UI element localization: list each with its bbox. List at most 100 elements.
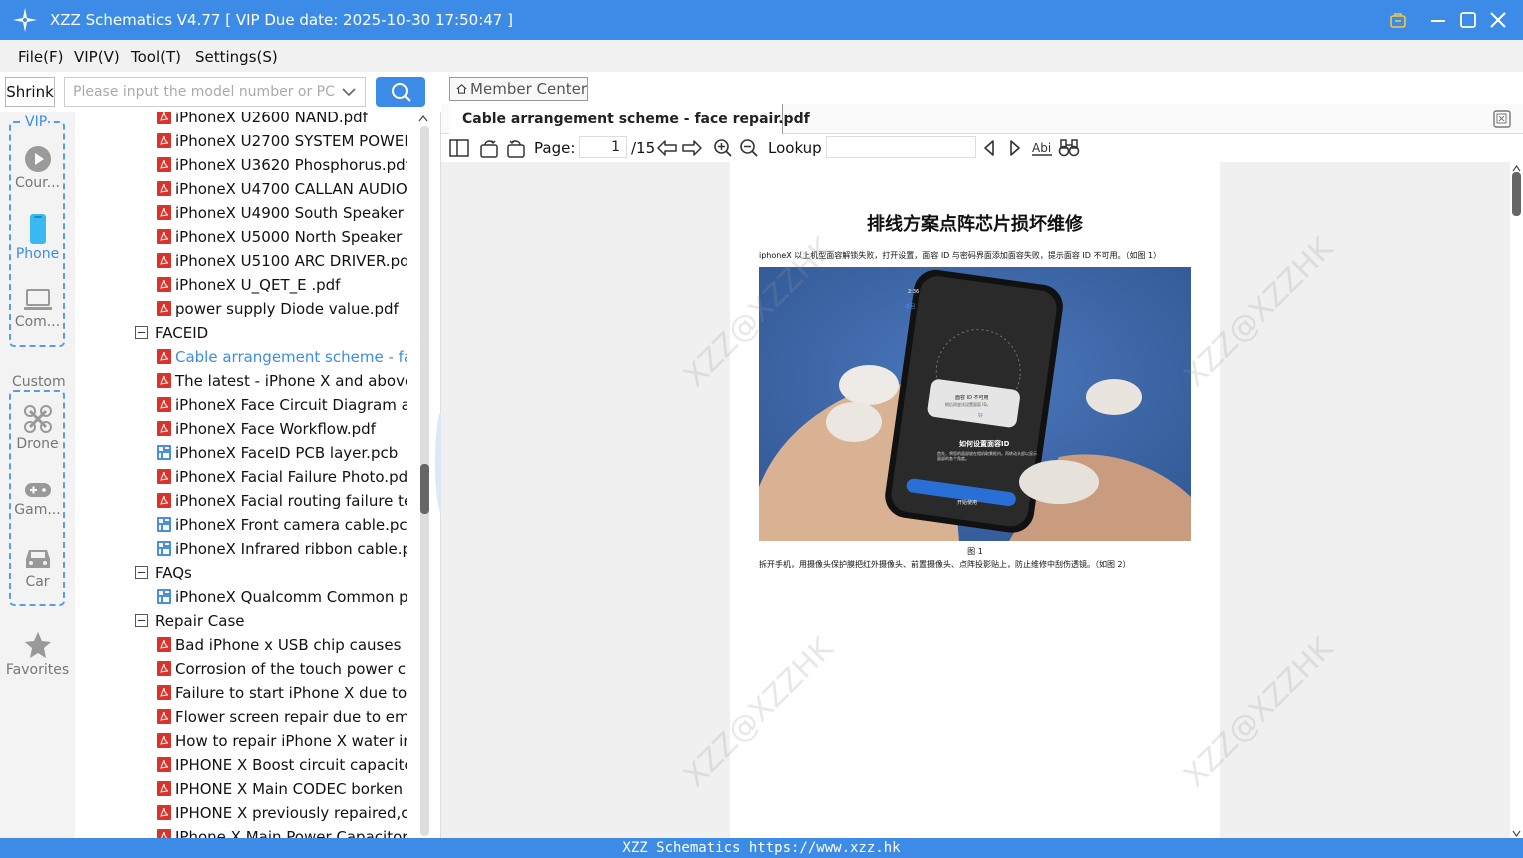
tree-file-item[interactable]: iPhoneX Facial routing failure test [75,489,407,513]
tree-file-item[interactable]: iPhoneX Qualcomm Common prol [75,585,407,609]
menu-tool[interactable]: Tool(T) [131,48,181,66]
next-page-icon[interactable] [681,138,703,158]
tree-file-item[interactable]: iPhoneX Front camera cable.pcb [75,513,407,537]
bag-icon[interactable] [1387,8,1409,32]
tab-document-label: Cable arrangement scheme - face repair.p… [462,111,810,127]
shrink-button[interactable]: Shrink [5,77,55,107]
tree-file-item[interactable]: How to repair iPhone X water inlet [75,729,407,753]
photo-alert-sub: 稍后再尝试设置面容 ID。 [945,402,991,407]
model-search-input[interactable] [65,78,335,106]
member-center-button[interactable]: Member Center [449,77,588,101]
find-next-icon[interactable] [1007,138,1023,158]
pdf-toolbar: Page: 1 /15 Lookup Abi [441,134,1523,162]
tree-item-label: iPhoneX Infrared ribbon cable.pcb [175,540,407,558]
tree-folder[interactable]: Repair Case [75,609,407,633]
nav-car-label: Car [25,574,50,590]
nav-game-label: Gam... [14,502,61,518]
tree-file-item[interactable]: Corrosion of the touch power chip [75,657,407,681]
page-number-input[interactable]: 1 [579,136,627,158]
nav-drone[interactable]: Drone [0,404,75,452]
close-button[interactable] [1487,8,1509,32]
tree-file-item[interactable]: iPhoneX U4700 CALLAN AUDIO CC [75,177,407,201]
rotate-left-icon[interactable] [479,138,499,158]
nav-courses[interactable]: Cour... [0,145,75,191]
collapse-toggle-icon[interactable] [135,566,148,579]
window-title: XZZ Schematics V4.77 [ VIP Due date: 202… [50,11,513,29]
pdf-file-icon [157,253,171,268]
play-icon [24,146,51,172]
tree-file-item[interactable]: The latest - iPhone X and above m [75,369,407,393]
minimize-button[interactable] [1427,8,1449,32]
nav-game[interactable]: Gam... [0,480,75,518]
tree-item-label: Cable arrangement scheme - face [175,348,407,366]
nav-favorites[interactable]: Favorites [0,630,75,678]
tab-document[interactable]: Cable arrangement scheme - face repair.p… [449,104,810,134]
tree-item-label: IPHONE X Main CODEC borken cu [175,780,407,798]
pdf-viewer[interactable]: 排线方案点阵芯片损坏维修 iphoneX 以上机型面容解锁失败，打开设置，面容 … [441,162,1510,838]
menu-settings[interactable]: Settings(S) [195,48,278,66]
pdf-file-icon [157,205,171,220]
nav-phone[interactable]: Phone [0,214,75,262]
tree-file-item[interactable]: IPHONE X previously repaired,char [75,801,407,825]
tree-file-item[interactable]: Flower screen repair due to empty [75,705,407,729]
tree-file-item[interactable]: iPhoneX U5100 ARC DRIVER.pdf [75,249,407,273]
tree-item-label: iPhoneX U4900 South Speaker Am [175,204,407,222]
tree-file-item[interactable]: Failure to start iPhone X due to wa [75,681,407,705]
find-previous-icon[interactable] [981,138,997,158]
tree-file-item[interactable]: iPhoneX U2600 NAND.pdf [75,112,407,129]
tree-file-item[interactable]: Cable arrangement scheme - face [75,345,407,369]
drone-icon [23,405,52,433]
tree-file-item[interactable]: iPhoneX U_QET_E .pdf [75,273,407,297]
maximize-button[interactable] [1457,8,1479,32]
tree-file-item[interactable]: iPhoneX Infrared ribbon cable.pcb [75,537,407,561]
viewer-scrollbar[interactable] [1510,162,1523,838]
tree-file-item[interactable]: power supply Diode value.pdf [75,297,407,321]
toggle-sidebar-icon[interactable] [449,138,469,158]
tree-file-item[interactable]: iPhoneX U5000 North Speaker Am [75,225,407,249]
tree-file-item[interactable]: iPhoneX Facial Failure Photo.pdf [75,465,407,489]
menu-file[interactable]: File(F) [18,48,63,66]
binoculars-icon[interactable] [1058,138,1080,158]
lookup-input[interactable] [826,136,976,158]
tree-file-item[interactable]: iPhoneX FaceID PCB layer.pcb [75,441,407,465]
tree-item-label: IPHONE X Boost circuit capacitor b [175,756,407,774]
model-search-combobox[interactable] [64,77,366,107]
rotate-right-icon[interactable] [506,138,526,158]
tree-file-item[interactable]: IPHONE X Boost circuit capacitor b [75,753,407,777]
collapse-toggle-icon[interactable] [135,614,148,627]
tree-item-label: The latest - iPhone X and above m [175,372,407,390]
photo-alert-title: 面容 ID 不可用 [955,395,989,401]
pdf-file-icon [157,661,171,676]
tree-file-item[interactable]: IPhone X Main Power Capacitor Sh [75,825,407,838]
match-case-icon[interactable]: Abi [1031,138,1053,158]
zoom-in-icon[interactable] [713,138,733,158]
tree-file-item[interactable]: iPhoneX Face Circuit Diagram and [75,393,407,417]
pdf-file-icon [157,112,171,124]
tree-file-item[interactable]: iPhoneX U2700 SYSTEM POWER PI [75,129,407,153]
tree-folder[interactable]: FACEID [75,321,407,345]
app-logo-icon [13,8,37,32]
tree-item-label: power supply Diode value.pdf [175,300,399,318]
chevron-down-icon[interactable] [341,84,357,100]
zoom-out-icon[interactable] [739,138,759,158]
tree-file-item[interactable]: iPhoneX U4900 South Speaker Am [75,201,407,225]
nav-computer[interactable]: Com... [0,288,75,330]
photo-setup-desc: 首先，将您的面部放在相机取景框内。再转动头部以显示面部的各个角度。 [937,451,1037,462]
tree-folder[interactable]: FAQs [75,561,407,585]
tree-file-item[interactable]: iPhoneX Face Workflow.pdf [75,417,407,441]
tree-scrollbar[interactable] [407,112,433,838]
tree-item-label: Failure to start iPhone X due to wa [175,684,407,702]
tree-file-item[interactable]: iPhoneX U3620 Phosphorus.pdf [75,153,407,177]
nav-car[interactable]: Car [0,546,75,590]
tree-file-item[interactable]: IPHONE X Main CODEC borken cu [75,777,407,801]
menu-vip[interactable]: VIP(V) [74,48,120,66]
category-sidebar: VIP Custom Cour... Phone Com... Drone Ga… [0,112,75,838]
panel-splitter[interactable] [433,112,441,838]
collapse-toggle-icon[interactable] [135,326,148,339]
pdf-file-icon [157,277,171,292]
member-center-label: Member Center [470,80,587,98]
tree-file-item[interactable]: Bad iPhone x USB chip causes no c [75,633,407,657]
search-button[interactable] [376,77,425,107]
close-tab-icon[interactable] [1493,110,1511,128]
previous-page-icon[interactable] [656,138,678,158]
